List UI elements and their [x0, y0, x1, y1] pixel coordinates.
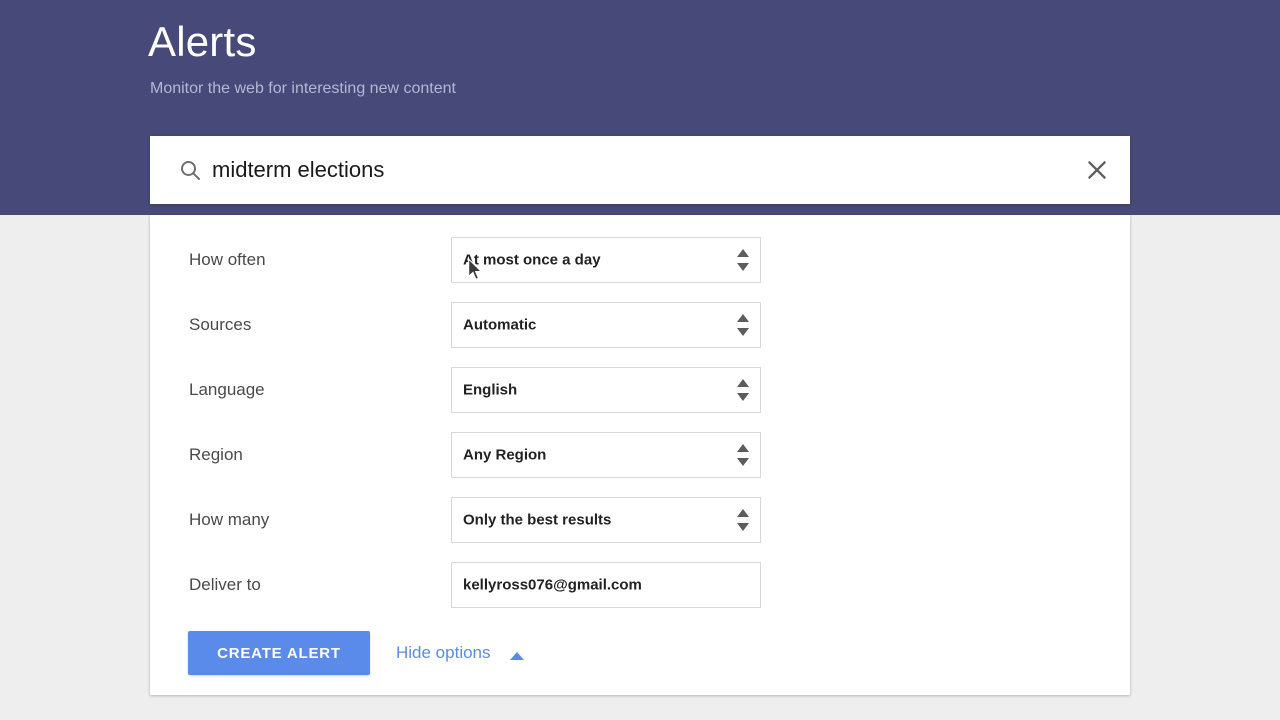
- select-how-many[interactable]: Only the best results: [451, 497, 761, 543]
- form-row: How many Only the best results: [150, 497, 1130, 543]
- row-label: Region: [189, 445, 243, 465]
- row-label: Sources: [189, 315, 251, 335]
- control-value: English: [463, 382, 517, 399]
- select-language[interactable]: English: [451, 367, 761, 413]
- form-row: Deliver to kellyross076@gmail.com: [150, 562, 1130, 608]
- row-label: Language: [189, 380, 265, 400]
- triangle-down-icon[interactable]: [737, 328, 749, 336]
- form-row: Sources Automatic: [150, 302, 1130, 348]
- chevron-up-icon[interactable]: [510, 652, 524, 660]
- control-value: kellyross076@gmail.com: [463, 577, 642, 594]
- triangle-down-icon[interactable]: [737, 263, 749, 271]
- triangle-up-icon[interactable]: [737, 249, 749, 257]
- triangle-up-icon[interactable]: [737, 314, 749, 322]
- triangle-down-icon[interactable]: [737, 393, 749, 401]
- form-row: Language English: [150, 367, 1130, 413]
- page-title: Alerts: [148, 16, 257, 68]
- control-value: At most once a day: [463, 252, 601, 269]
- row-label: Deliver to: [189, 575, 261, 595]
- alert-options-card: How often At most once a day Sources Automa…: [150, 215, 1130, 695]
- search-input[interactable]: [212, 136, 1192, 204]
- triangle-up-icon[interactable]: [737, 379, 749, 387]
- create-alert-button[interactable]: CREATE ALERT: [188, 631, 370, 675]
- page-subtitle: Monitor the web for interesting new cont…: [150, 78, 456, 100]
- alert-query-searchbox[interactable]: [150, 136, 1130, 204]
- select-sources[interactable]: Automatic: [451, 302, 761, 348]
- deliver-to-field[interactable]: kellyross076@gmail.com: [451, 562, 761, 608]
- hide-options-link[interactable]: Hide options: [396, 643, 491, 663]
- triangle-down-icon[interactable]: [737, 458, 749, 466]
- form-row: How often At most once a day: [150, 237, 1130, 283]
- row-label: How often: [189, 250, 266, 270]
- select-how-often[interactable]: At most once a day: [451, 237, 761, 283]
- control-value: Any Region: [463, 447, 546, 464]
- alerts-page: Alerts Monitor the web for interesting n…: [0, 0, 1280, 720]
- stepper-arrows-icon[interactable]: [737, 314, 749, 336]
- triangle-up-icon[interactable]: [737, 509, 749, 517]
- stepper-arrows-icon[interactable]: [737, 249, 749, 271]
- search-icon: [178, 158, 202, 182]
- close-icon[interactable]: [1084, 157, 1110, 183]
- control-value: Only the best results: [463, 512, 611, 529]
- stepper-arrows-icon[interactable]: [737, 379, 749, 401]
- triangle-up-icon[interactable]: [737, 444, 749, 452]
- stepper-arrows-icon[interactable]: [737, 509, 749, 531]
- control-value: Automatic: [463, 317, 536, 334]
- select-region[interactable]: Any Region: [451, 432, 761, 478]
- row-label: How many: [189, 510, 269, 530]
- triangle-down-icon[interactable]: [737, 523, 749, 531]
- form-row: Region Any Region: [150, 432, 1130, 478]
- stepper-arrows-icon[interactable]: [737, 444, 749, 466]
